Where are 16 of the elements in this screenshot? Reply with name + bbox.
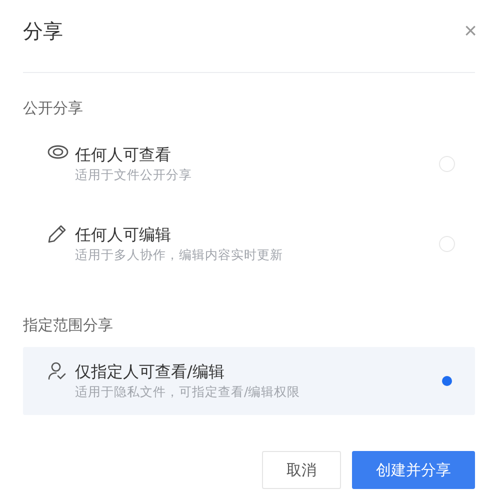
- dialog-title: 分享: [23, 18, 63, 44]
- option-description: 适用于多人协作，编辑内容实时更新: [75, 246, 284, 264]
- section-heading: 公开分享: [23, 99, 84, 118]
- share-option[interactable]: 仅指定人可查看/编辑 适用于隐私文件，可指定查看/编辑权限: [23, 347, 475, 415]
- cancel-button[interactable]: 取消: [262, 451, 341, 489]
- share-option[interactable]: 任何人可查看 适用于文件公开分享: [23, 130, 475, 198]
- section-heading: 指定范围分享: [23, 316, 114, 335]
- option-title: 任何人可编辑: [75, 224, 172, 246]
- option-title: 任何人可查看: [75, 144, 172, 166]
- option-description: 适用于隐私文件，可指定查看/编辑权限: [75, 383, 302, 401]
- create-share-button[interactable]: 创建并分享: [352, 451, 475, 489]
- eye-icon: [47, 144, 69, 160]
- option-description: 适用于文件公开分享: [75, 166, 193, 184]
- share-option[interactable]: 任何人可编辑 适用于多人协作，编辑内容实时更新: [23, 210, 475, 278]
- option-title: 仅指定人可查看/编辑: [75, 361, 226, 383]
- pencil-icon: [47, 224, 67, 244]
